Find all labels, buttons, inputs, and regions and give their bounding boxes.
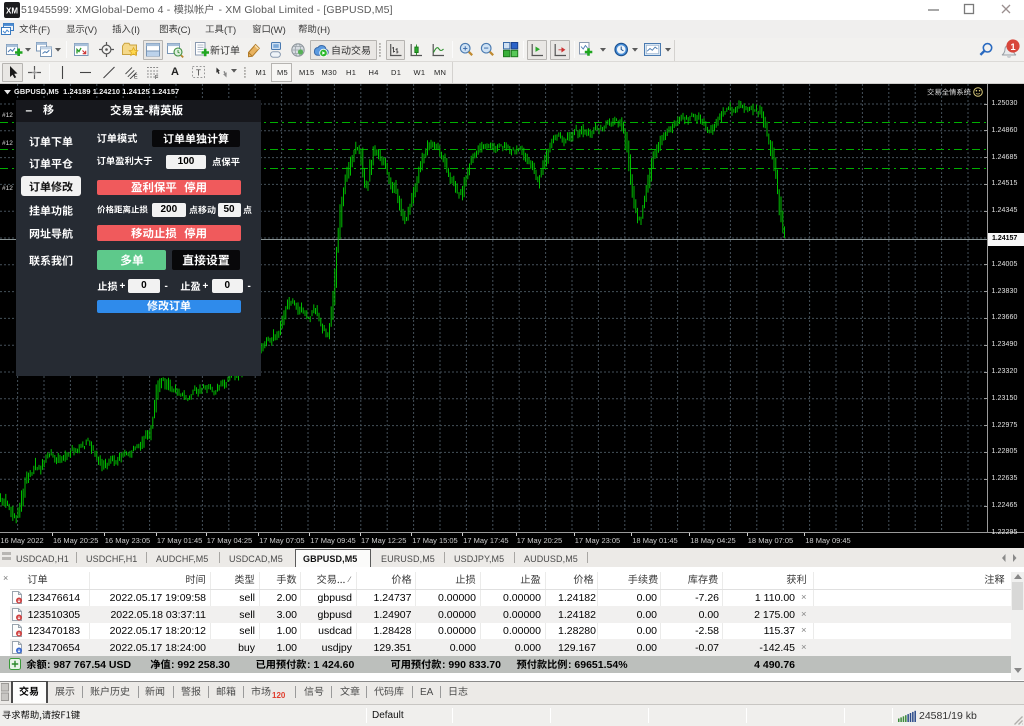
svg-text:XM: XM	[6, 7, 18, 16]
svg-text:+: +	[463, 43, 468, 53]
svg-text:1: 1	[1010, 42, 1016, 53]
svg-text:F: F	[155, 75, 159, 79]
svg-text:−: −	[484, 43, 489, 53]
svg-text:T: T	[196, 69, 201, 78]
svg-text:E: E	[134, 75, 138, 80]
